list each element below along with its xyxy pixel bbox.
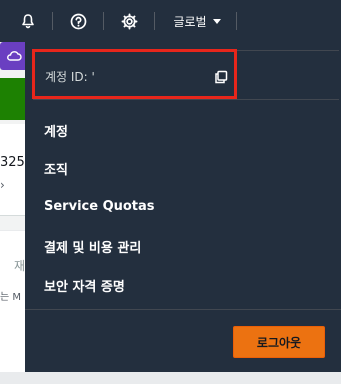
success-banner [0, 78, 28, 120]
background-card [0, 124, 28, 216]
menu-item-account[interactable]: 계정 [44, 121, 68, 140]
background-footer [0, 372, 341, 384]
background-text: 재 [14, 259, 26, 273]
help-icon [70, 13, 86, 29]
region-selector[interactable]: 글로벌 [164, 0, 230, 42]
top-navigation-bar: 글로벌 [0, 0, 341, 42]
copy-icon[interactable] [213, 69, 229, 85]
menu-item-service-quotas[interactable]: Service Quotas [44, 199, 155, 214]
nav-separator [52, 12, 53, 30]
nav-separator [236, 12, 237, 30]
gear-icon [121, 13, 137, 29]
background-panel [0, 230, 28, 380]
notifications-button[interactable] [14, 0, 42, 42]
region-label: 글로벌 [173, 14, 207, 29]
cloudshell-button[interactable] [0, 42, 28, 70]
menu-item-security-credentials[interactable]: 보안 자격 증명 [44, 276, 125, 295]
settings-button[interactable] [115, 0, 143, 42]
background-close-glyph: › [0, 178, 5, 192]
background-number: 325 [0, 155, 25, 170]
menu-item-billing[interactable]: 결제 및 비용 관리 [44, 237, 141, 256]
logout-button[interactable]: 로그아웃 [233, 326, 325, 358]
nav-separator [103, 12, 104, 30]
account-id-label: 계정 ID: ' [45, 70, 95, 84]
account-id-row: 계정 ID: ' [33, 50, 339, 100]
menu-divider [25, 309, 341, 310]
bell-icon [22, 14, 34, 29]
help-button[interactable] [64, 0, 92, 42]
nav-separator [154, 12, 155, 30]
menu-item-organization[interactable]: 조직 [44, 159, 68, 178]
account-dropdown-menu: 계정 ID: ' 계정 조직 Service Quotas 결제 및 비용 관리… [25, 42, 341, 372]
cloud-icon [7, 51, 22, 61]
caret-down-icon [212, 18, 221, 24]
background-text-2: 는 M [0, 292, 22, 303]
